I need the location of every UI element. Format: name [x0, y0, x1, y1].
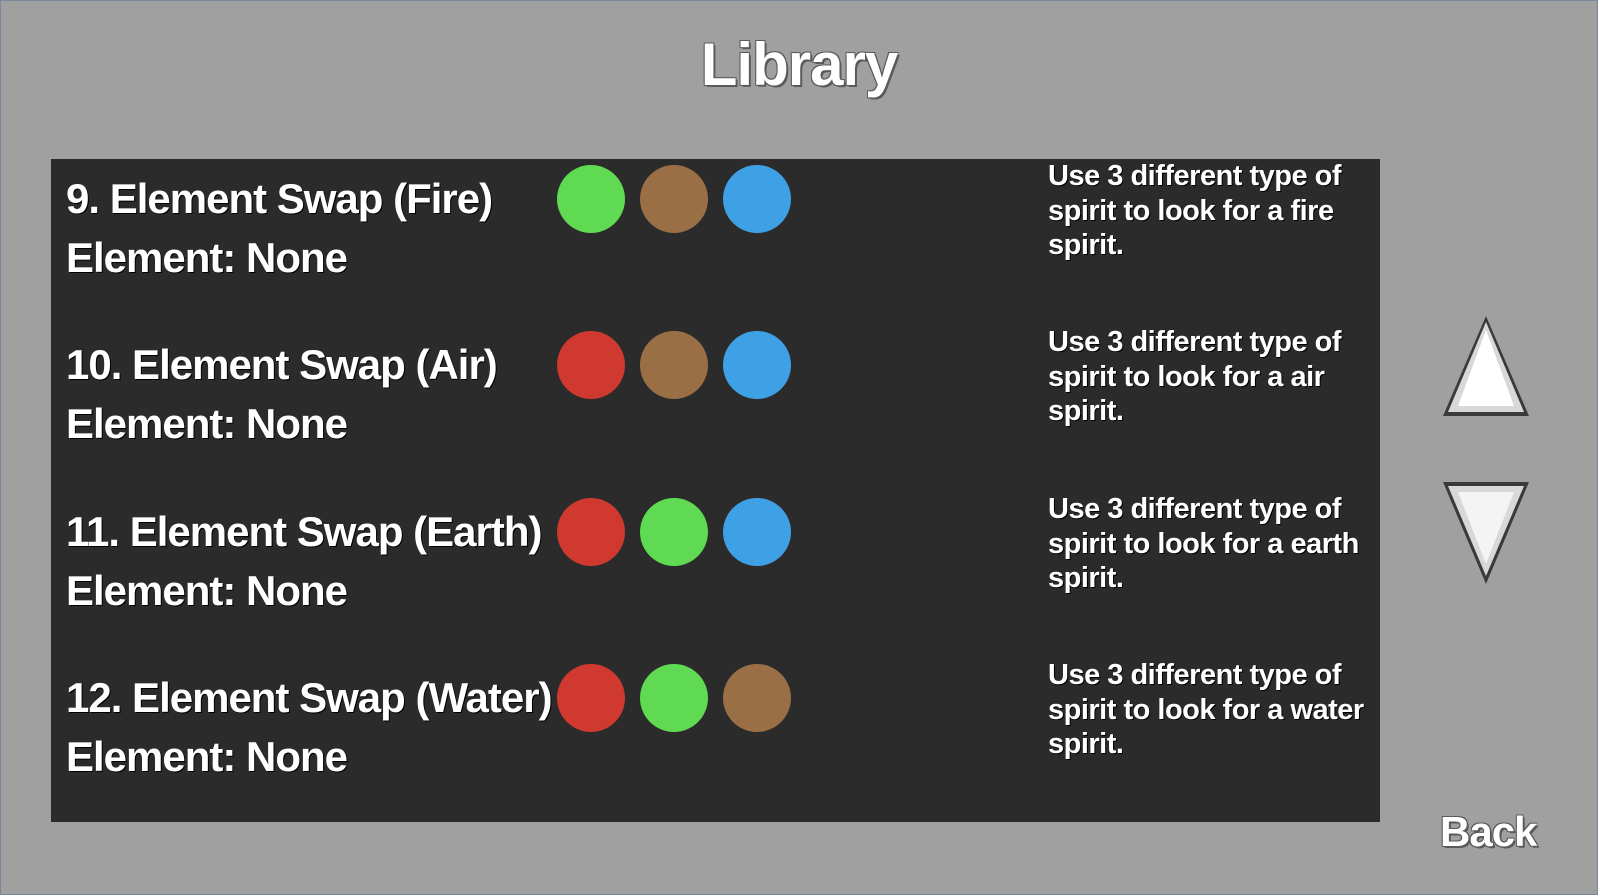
entry-element: Element: None	[66, 733, 348, 780]
library-list: 9. Element Swap (Fire) Element: None Use…	[51, 159, 1380, 822]
library-entry[interactable]: 12. Element Swap (Water) Element: None U…	[51, 658, 1380, 824]
spirit-fire-icon	[557, 331, 625, 399]
library-entry[interactable]: 11. Element Swap (Earth) Element: None U…	[51, 492, 1380, 658]
back-button[interactable]: Back	[1440, 808, 1537, 856]
spirit-air-icon	[640, 498, 708, 566]
entry-element: Element: None	[66, 234, 348, 281]
library-entry[interactable]: 10. Element Swap (Air) Element: None Use…	[51, 325, 1380, 491]
spirit-air-icon	[640, 664, 708, 732]
library-entry[interactable]: 9. Element Swap (Fire) Element: None Use…	[51, 159, 1380, 325]
spirit-water-icon	[723, 498, 791, 566]
entry-description: Use 3 different type of spirit to look f…	[1048, 326, 1342, 427]
triangle-up-icon	[1443, 316, 1529, 416]
entry-description: Use 3 different type of spirit to look f…	[1048, 160, 1342, 261]
entry-name: 9. Element Swap (Fire)	[66, 175, 493, 222]
spirit-air-icon	[557, 165, 625, 233]
spirit-water-icon	[723, 331, 791, 399]
spirit-fire-icon	[557, 664, 625, 732]
spirit-water-icon	[723, 165, 791, 233]
entry-element: Element: None	[66, 400, 348, 447]
entry-name: 12. Element Swap (Water)	[66, 674, 553, 721]
spirit-fire-icon	[557, 498, 625, 566]
entry-description: Use 3 different type of spirit to look f…	[1048, 493, 1359, 594]
entry-name: 11. Element Swap (Earth)	[66, 508, 542, 555]
spirit-earth-icon	[723, 664, 791, 732]
entry-name: 10. Element Swap (Air)	[66, 341, 498, 388]
scroll-down-button[interactable]	[1440, 478, 1532, 588]
entry-description: Use 3 different type of spirit to look f…	[1048, 659, 1364, 760]
entry-element: Element: None	[66, 567, 348, 614]
page-title: Library	[700, 31, 898, 98]
spirit-earth-icon	[640, 331, 708, 399]
scroll-up-button[interactable]	[1440, 312, 1532, 422]
triangle-down-icon	[1443, 482, 1529, 584]
spirit-earth-icon	[640, 165, 708, 233]
